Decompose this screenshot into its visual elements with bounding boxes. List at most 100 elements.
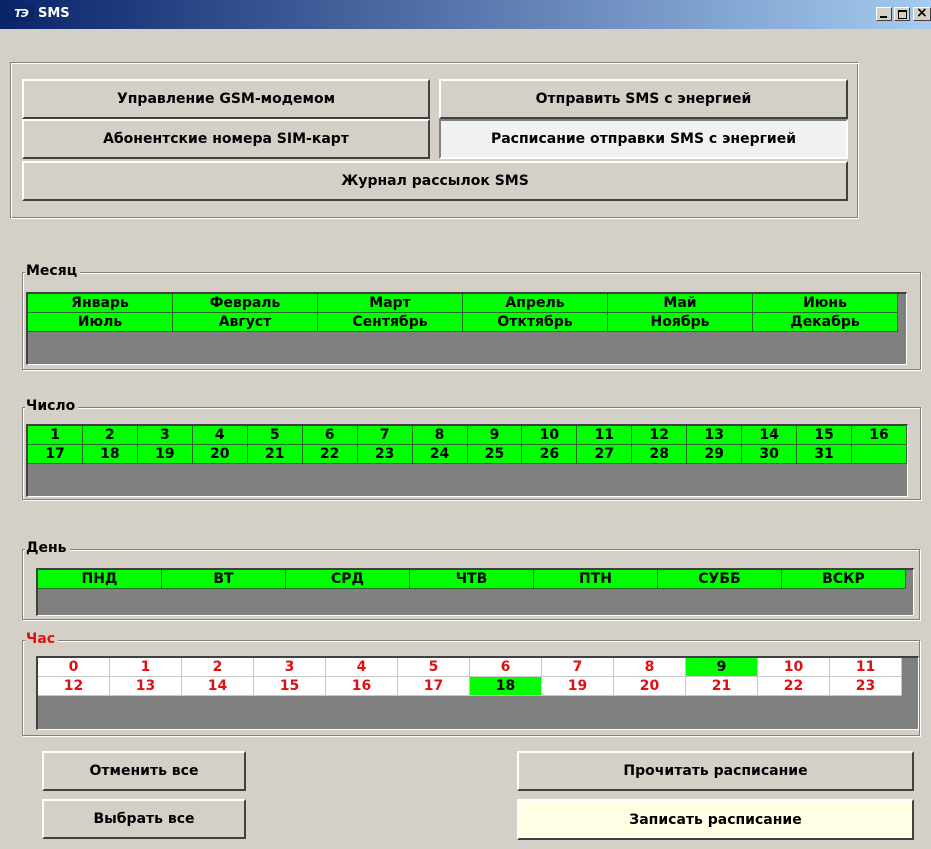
hour-cell[interactable]: 0 <box>38 658 110 677</box>
month-cell[interactable]: Июнь <box>753 294 898 313</box>
hour-cell[interactable]: 20 <box>614 677 686 696</box>
weekday-group-label: День <box>25 540 70 556</box>
day-of-month-cell[interactable]: 22 <box>302 445 358 464</box>
minimize-button[interactable] <box>876 7 892 21</box>
day-of-month-cell[interactable]: 17 <box>28 445 83 464</box>
weekday-cell[interactable]: ЧТВ <box>410 570 534 589</box>
day-of-month-cell[interactable]: 29 <box>687 445 743 464</box>
month-cell[interactable]: Февраль <box>173 294 318 313</box>
hour-cell[interactable]: 8 <box>614 658 686 677</box>
hour-cell[interactable]: 4 <box>326 658 398 677</box>
hour-cell[interactable]: 16 <box>326 677 398 696</box>
month-grid: Январь Февраль Март Апрель Май Июнь Июль Август… <box>26 292 907 365</box>
hour-cell[interactable]: 13 <box>110 677 182 696</box>
month-cell[interactable]: Декабрь <box>753 313 898 332</box>
hour-cell[interactable]: 23 <box>830 677 902 696</box>
day-of-month-cell[interactable]: 15 <box>797 426 853 445</box>
schedule-tab-button[interactable]: Расписание отправки SMS с энергией <box>439 119 848 159</box>
hour-cell[interactable]: 15 <box>254 677 326 696</box>
hour-cell[interactable]: 11 <box>830 658 902 677</box>
sim-numbers-button[interactable]: Абонентские номера SIM-карт <box>22 119 430 159</box>
day-of-month-cell[interactable]: 5 <box>247 426 303 445</box>
day-of-month-cell[interactable]: 26 <box>522 445 578 464</box>
hour-cell[interactable]: 12 <box>38 677 110 696</box>
month-cell[interactable]: Август <box>173 313 318 332</box>
hour-cell[interactable]: 18 <box>470 677 542 696</box>
gsm-modem-button[interactable]: Управление GSM-модемом <box>22 79 430 119</box>
day-of-month-cell[interactable]: 12 <box>632 426 688 445</box>
day-of-month-cell[interactable]: 4 <box>192 426 248 445</box>
day-of-month-cell[interactable]: 19 <box>137 445 193 464</box>
month-cell[interactable]: Отктябрь <box>463 313 608 332</box>
day-of-month-cell[interactable]: 27 <box>577 445 633 464</box>
weekday-cell[interactable]: СУББ <box>658 570 782 589</box>
day-of-month-cell[interactable]: 6 <box>302 426 358 445</box>
clear-all-button[interactable]: Отменить все <box>42 751 246 791</box>
hour-row: 12 13 14 15 16 17 18 19 20 21 22 23 <box>38 677 918 696</box>
weekday-cell[interactable]: ВСКР <box>782 570 906 589</box>
hour-cell[interactable]: 6 <box>470 658 542 677</box>
day-of-month-group-label: Число <box>25 398 79 414</box>
weekday-row: ПНД ВТ СРД ЧТВ ПТН СУББ ВСКР <box>38 570 913 589</box>
day-of-month-row: 17 18 19 20 21 22 23 24 25 26 27 28 29 30 31 <box>28 445 907 464</box>
day-of-month-cell[interactable]: 31 <box>797 445 853 464</box>
title-bar: TЭ SMS <box>0 0 931 29</box>
month-cell[interactable]: Сентябрь <box>318 313 463 332</box>
month-row: Январь Февраль Март Апрель Май Июнь <box>28 294 906 313</box>
month-cell[interactable]: Апрель <box>463 294 608 313</box>
hour-cell[interactable]: 19 <box>542 677 614 696</box>
write-schedule-button[interactable]: Записать расписание <box>517 799 914 840</box>
day-of-month-cell[interactable]: 13 <box>687 426 743 445</box>
day-of-month-cell[interactable]: 1 <box>28 426 83 445</box>
month-cell[interactable]: Май <box>608 294 753 313</box>
select-all-button[interactable]: Выбрать все <box>42 799 246 839</box>
month-cell[interactable]: Ноябрь <box>608 313 753 332</box>
maximize-button[interactable] <box>894 7 910 21</box>
hour-cell[interactable]: 5 <box>398 658 470 677</box>
day-of-month-cell[interactable]: 30 <box>742 445 798 464</box>
hour-cell[interactable]: 2 <box>182 658 254 677</box>
day-of-month-cell[interactable]: 23 <box>357 445 413 464</box>
hour-cell[interactable]: 3 <box>254 658 326 677</box>
month-cell[interactable]: Июль <box>28 313 173 332</box>
hour-cell[interactable]: 1 <box>110 658 182 677</box>
weekday-cell[interactable]: СРД <box>286 570 410 589</box>
hour-cell[interactable]: 17 <box>398 677 470 696</box>
weekday-cell[interactable]: ВТ <box>162 570 286 589</box>
day-of-month-cell[interactable]: 20 <box>192 445 248 464</box>
close-button[interactable] <box>913 5 931 21</box>
month-group-label: Месяц <box>25 263 81 279</box>
day-of-month-cell[interactable]: 2 <box>82 426 138 445</box>
hour-group-label: Час <box>25 631 59 647</box>
day-of-month-cell[interactable]: 8 <box>412 426 468 445</box>
day-of-month-cell[interactable]: 7 <box>357 426 413 445</box>
day-of-month-cell[interactable]: 28 <box>632 445 688 464</box>
weekday-cell[interactable]: ПНД <box>38 570 162 589</box>
day-of-month-cell[interactable]: 9 <box>467 426 523 445</box>
read-schedule-button[interactable]: Прочитать расписание <box>517 751 914 791</box>
sms-log-button[interactable]: Журнал рассылок SMS <box>22 161 848 201</box>
day-of-month-cell[interactable]: 21 <box>247 445 303 464</box>
day-of-month-cell[interactable] <box>852 445 907 464</box>
weekday-cell[interactable]: ПТН <box>534 570 658 589</box>
window-title: SMS <box>38 6 70 21</box>
day-of-month-cell[interactable]: 25 <box>467 445 523 464</box>
hour-cell[interactable]: 9 <box>686 658 758 677</box>
day-of-month-cell[interactable]: 3 <box>137 426 193 445</box>
day-of-month-row: 1 2 3 4 5 6 7 8 9 10 11 12 13 14 15 16 <box>28 426 907 445</box>
hour-cell[interactable]: 7 <box>542 658 614 677</box>
day-of-month-cell[interactable]: 14 <box>742 426 798 445</box>
day-of-month-cell[interactable]: 10 <box>522 426 578 445</box>
day-of-month-cell[interactable]: 24 <box>412 445 468 464</box>
hour-cell[interactable]: 10 <box>758 658 830 677</box>
weekday-grid: ПНД ВТ СРД ЧТВ ПТН СУББ ВСКР <box>36 568 914 616</box>
day-of-month-cell[interactable]: 18 <box>82 445 138 464</box>
send-sms-button[interactable]: Отправить SMS с энергией <box>439 79 848 119</box>
month-cell[interactable]: Март <box>318 294 463 313</box>
hour-cell[interactable]: 14 <box>182 677 254 696</box>
day-of-month-cell[interactable]: 16 <box>852 426 907 445</box>
hour-cell[interactable]: 21 <box>686 677 758 696</box>
day-of-month-cell[interactable]: 11 <box>577 426 633 445</box>
hour-cell[interactable]: 22 <box>758 677 830 696</box>
month-cell[interactable]: Январь <box>28 294 173 313</box>
